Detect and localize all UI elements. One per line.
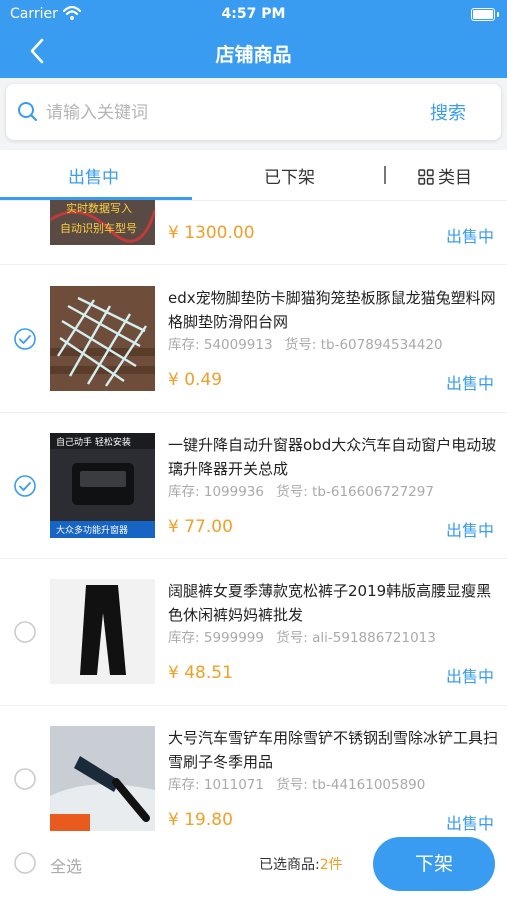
product-image	[50, 579, 155, 684]
product-list[interactable]: 实时数据写入 自动识别车型号 ¥ 1300.00 出售中 edx宠物脚垫防卡脚猫	[0, 200, 507, 840]
sku-value: tb-607894534420	[320, 337, 443, 353]
product-status[interactable]: 出售中	[446, 223, 494, 247]
product-price: ¥ 77.00	[168, 517, 233, 537]
product-price: ¥ 0.49	[168, 370, 223, 390]
tab-divider	[384, 166, 386, 184]
product-price: ¥ 1300.00	[168, 223, 255, 243]
bottom-action-bar: 全选 已选商品:2件 下架	[0, 837, 507, 900]
checked-circle-icon[interactable]	[14, 475, 36, 497]
select-all-circle-icon[interactable]	[14, 852, 36, 874]
product-image	[50, 286, 155, 391]
top-bar: Carrier 4:57 PM 店铺商品	[0, 0, 507, 78]
sku-label: 货号:	[276, 484, 308, 500]
selected-label: 已选商品:	[259, 857, 320, 873]
thumb-text-1: 实时数据写入	[66, 201, 132, 215]
product-thumbnail: 实时数据写入 自动识别车型号	[50, 200, 155, 245]
divider	[0, 264, 507, 265]
sku-label: 货号:	[284, 337, 317, 353]
product-meta: 库存: 1099936 货号: tb-616606727297	[168, 480, 434, 500]
product-thumbnail	[50, 726, 155, 831]
page-title: 店铺商品	[215, 44, 292, 66]
product-meta: 库存: 54009913 货号: tb-607894534420	[168, 333, 443, 353]
sku-label: 货号:	[276, 630, 308, 646]
unchecked-circle-icon[interactable]	[14, 768, 36, 790]
sku-label: 货号:	[276, 777, 308, 793]
unchecked-circle-icon[interactable]	[14, 621, 36, 643]
product-status[interactable]: 出售中	[446, 370, 494, 394]
stock-value: 5999999	[203, 630, 264, 646]
product-image: 自己动手 轻松安装 大众多功能升窗器	[50, 433, 155, 538]
product-price: ¥ 48.51	[168, 663, 233, 683]
status-tabs: 出售中 已下架 类目	[0, 150, 507, 201]
stock-label: 库存:	[168, 777, 200, 793]
checked-circle-icon[interactable]	[14, 328, 36, 350]
tab-category-label: 类目	[438, 168, 472, 188]
tab-off-shelf[interactable]: 已下架	[264, 163, 315, 188]
search-section: 搜索	[0, 78, 507, 150]
product-status[interactable]: 出售中	[446, 663, 494, 687]
product-title: edx宠物脚垫防卡脚猫狗笼垫板豚鼠龙猫兔塑料网格脚垫防滑阳台网	[168, 289, 496, 331]
status-bar: Carrier 4:57 PM	[0, 4, 507, 26]
sku-value: ali-591886721013	[312, 630, 436, 646]
grid-icon	[418, 169, 434, 185]
product-title: 一键升降自动升窗器obd大众汽车自动窗户电动玻璃升降器开关总成	[168, 436, 497, 478]
product-title: 阔腿裤女夏季薄款宽松裤子2019韩版高腰显瘦黑色休闲裤妈妈裤批发	[168, 582, 492, 624]
divider	[0, 412, 507, 413]
divider	[0, 558, 507, 559]
product-thumbnail	[50, 286, 155, 391]
product-image	[50, 726, 155, 831]
stock-value: 54009913	[203, 337, 273, 353]
search-button[interactable]: 搜索	[430, 99, 466, 125]
stock-label: 库存:	[168, 630, 200, 646]
thumb-text-2: 大众多功能升窗器	[56, 524, 128, 536]
thumb-text-2: 自动识别车型号	[60, 221, 137, 235]
thumb-text-1: 自己动手 轻松安装	[56, 436, 131, 448]
product-title: 大号汽车雪铲车用除雪铲不锈钢刮雪除冰铲工具扫雪刷子冬季用品	[168, 729, 498, 771]
product-status[interactable]: 出售中	[446, 517, 494, 541]
product-meta: 库存: 1011071 货号: tb-44161005890	[168, 773, 425, 793]
selected-summary: 已选商品:2件	[259, 854, 343, 874]
clock: 4:57 PM	[221, 6, 286, 22]
product-price: ¥ 19.80	[168, 810, 233, 830]
search-icon	[18, 102, 38, 122]
sku-value: tb-44161005890	[312, 777, 426, 793]
battery-icon	[471, 8, 495, 21]
search-box: 搜索	[6, 84, 501, 140]
selected-count: 2件	[319, 857, 343, 873]
search-input[interactable]	[44, 98, 408, 128]
off-shelf-button[interactable]: 下架	[373, 837, 495, 891]
sku-value: tb-616606727297	[312, 484, 434, 500]
divider	[0, 705, 507, 706]
select-all-label[interactable]: 全选	[50, 853, 82, 877]
stock-value: 1099936	[203, 484, 264, 500]
stock-value: 1011071	[203, 777, 264, 793]
stock-label: 库存:	[168, 337, 200, 353]
tab-category[interactable]: 类目	[418, 163, 472, 188]
stock-label: 库存:	[168, 484, 200, 500]
tab-on-sale[interactable]: 出售中	[68, 163, 119, 188]
product-thumbnail: 自己动手 轻松安装 大众多功能升窗器	[50, 433, 155, 538]
product-image: 实时数据写入 自动识别车型号	[50, 200, 155, 245]
product-thumbnail	[50, 579, 155, 684]
product-status[interactable]: 出售中	[446, 810, 494, 834]
product-meta: 库存: 5999999 货号: ali-591886721013	[168, 626, 436, 646]
battery-cap	[497, 12, 499, 17]
